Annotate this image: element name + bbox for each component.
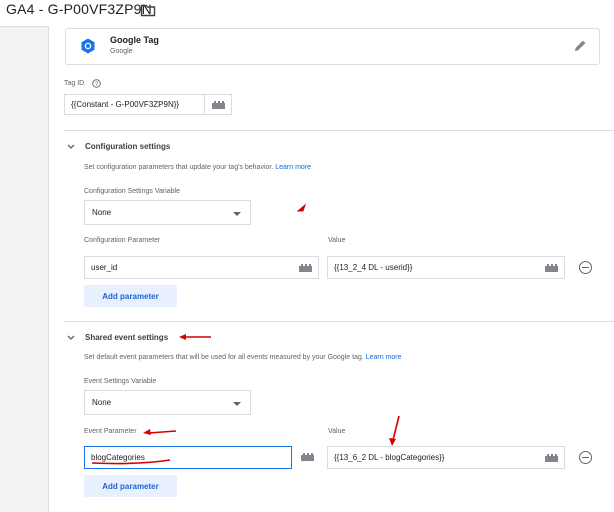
divider xyxy=(64,130,614,131)
shared-settings-description: Set default event parameters that will b… xyxy=(84,354,402,361)
add-event-parameter-button[interactable]: Add parameter xyxy=(84,475,177,497)
tag-type-name: Google Tag xyxy=(110,35,159,45)
caret-down-icon xyxy=(233,402,241,406)
config-settings-title[interactable]: Configuration settings xyxy=(85,142,170,151)
caret-down-icon xyxy=(233,212,241,216)
tag-id-label: Tag ID xyxy=(64,80,85,87)
learn-more-link[interactable]: Learn more xyxy=(366,354,402,361)
event-param-label: Event Parameter xyxy=(84,428,137,435)
tag-id-field[interactable]: {{Constant - G-P00VF3ZP9N}} xyxy=(64,94,232,115)
event-value-label: Value xyxy=(328,428,346,435)
folder-icon[interactable] xyxy=(140,3,156,17)
event-param-field[interactable]: blogCategories xyxy=(84,446,292,469)
tag-id-value: {{Constant - G-P00VF3ZP9N}} xyxy=(71,100,180,109)
config-variable-value: None xyxy=(92,208,112,217)
chevron-down-icon[interactable] xyxy=(67,335,75,341)
tag-type-card[interactable]: Google Tag Google xyxy=(65,28,600,65)
variable-picker-icon[interactable] xyxy=(538,447,564,468)
config-variable-label: Configuration Settings Variable xyxy=(84,188,180,195)
config-variable-select[interactable]: None xyxy=(84,200,251,225)
config-param-value: user_id xyxy=(91,263,118,272)
variable-picker-icon[interactable] xyxy=(204,95,231,114)
config-settings-description: Set configuration parameters that update… xyxy=(84,164,312,171)
tag-type-vendor: Google xyxy=(110,48,133,55)
event-variable-select[interactable]: None xyxy=(84,390,251,415)
config-param-field[interactable]: user_id xyxy=(84,256,319,279)
header-bar: GA4 - G-P00VF3ZP9N xyxy=(0,0,614,27)
remove-row-icon[interactable] xyxy=(579,451,592,464)
chevron-down-icon[interactable] xyxy=(67,144,75,150)
add-config-parameter-button[interactable]: Add parameter xyxy=(84,285,177,307)
variable-picker-icon[interactable] xyxy=(292,257,318,278)
help-icon[interactable]: ? xyxy=(92,79,101,90)
event-value-value: {{13_6_2 DL - blogCategories}} xyxy=(334,453,445,462)
config-value-value: {{13_2_4 DL - userid}} xyxy=(334,263,413,272)
pencil-icon[interactable] xyxy=(574,39,587,52)
remove-row-icon[interactable] xyxy=(579,261,592,274)
config-param-label: Configuration Parameter xyxy=(84,237,161,244)
tag-title[interactable]: GA4 - G-P00VF3ZP9N xyxy=(6,1,152,17)
shared-settings-title[interactable]: Shared event settings xyxy=(85,333,168,342)
learn-more-link[interactable]: Learn more xyxy=(275,164,311,171)
google-tag-icon xyxy=(81,38,95,54)
variable-picker-icon[interactable] xyxy=(538,257,564,278)
event-variable-label: Event Settings Variable xyxy=(84,378,157,385)
event-param-value: blogCategories xyxy=(91,453,145,462)
config-value-field[interactable]: {{13_2_4 DL - userid}} xyxy=(327,256,565,279)
event-value-field[interactable]: {{13_6_2 DL - blogCategories}} xyxy=(327,446,565,469)
config-value-label: Value xyxy=(328,237,346,244)
event-variable-value: None xyxy=(92,398,112,407)
variable-picker-icon[interactable] xyxy=(294,448,320,466)
divider xyxy=(64,321,614,322)
